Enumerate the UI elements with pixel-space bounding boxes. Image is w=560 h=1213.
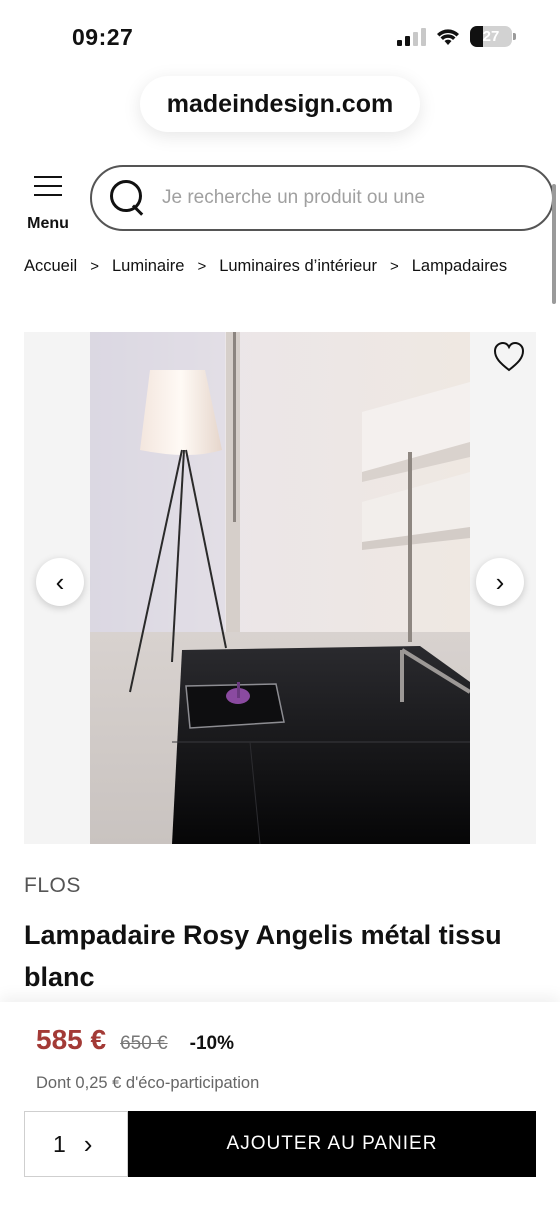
breadcrumb-item-accueil[interactable]: Accueil (24, 257, 77, 276)
price-row: 585 € 650 € -10% (36, 1024, 234, 1056)
breadcrumb-item-luminaires-interieur[interactable]: Luminaires d’intérieur (219, 257, 377, 276)
search-bar[interactable] (90, 165, 554, 231)
add-to-cart-button[interactable]: AJOUTER AU PANIER (128, 1111, 536, 1177)
eco-participation-note: Dont 0,25 € d'éco-participation (36, 1074, 260, 1092)
breadcrumb-item-luminaire[interactable]: Luminaire (112, 257, 184, 276)
cellular-signal-icon (397, 27, 426, 46)
purchase-panel: 585 € 650 € -10% Dont 0,25 € d'éco-parti… (0, 1002, 560, 1213)
product-title: Lampadaire Rosy Angelis métal tissu blan… (24, 920, 502, 992)
status-bar: 09:27 27 (0, 0, 560, 72)
current-price: 585 € (36, 1024, 107, 1055)
product-photo-illustration (90, 332, 470, 844)
gallery-prev-button[interactable]: ‹ (36, 558, 84, 606)
breadcrumb-separator: > (197, 258, 207, 275)
scrollbar[interactable] (552, 184, 556, 304)
quantity-value: 1 (53, 1130, 66, 1157)
discount-badge: -10% (189, 1033, 234, 1054)
breadcrumb-separator: > (90, 258, 99, 275)
original-price: 650 € (120, 1033, 168, 1054)
battery-level: 27 (482, 28, 500, 45)
gallery-next-button[interactable]: › (476, 558, 524, 606)
search-icon[interactable] (108, 178, 148, 218)
breadcrumb-item-lampadaires[interactable]: Lampadaires (412, 257, 507, 276)
status-icons: 27 (397, 26, 516, 47)
breadcrumb-separator: > (389, 258, 399, 275)
status-time: 09:27 (72, 24, 134, 50)
wifi-icon (437, 28, 459, 45)
product-image[interactable] (90, 332, 470, 844)
chevron-right-icon[interactable]: › (84, 1129, 93, 1160)
quantity-selector[interactable]: 1 › (24, 1111, 128, 1177)
menu-label: Menu (27, 215, 69, 232)
breadcrumb: Accueil > Luminaire > Luminaires d’intér… (24, 257, 507, 276)
battery-icon: 27 (470, 26, 516, 47)
search-input[interactable] (162, 187, 482, 209)
menu-button[interactable]: Menu (22, 172, 74, 234)
address-bar[interactable]: madeindesign.com (140, 76, 420, 132)
hamburger-icon (34, 176, 62, 203)
product-gallery[interactable]: ‹ › (24, 332, 536, 844)
heart-icon[interactable] (492, 340, 526, 374)
product-brand[interactable]: FLOS (24, 874, 81, 898)
